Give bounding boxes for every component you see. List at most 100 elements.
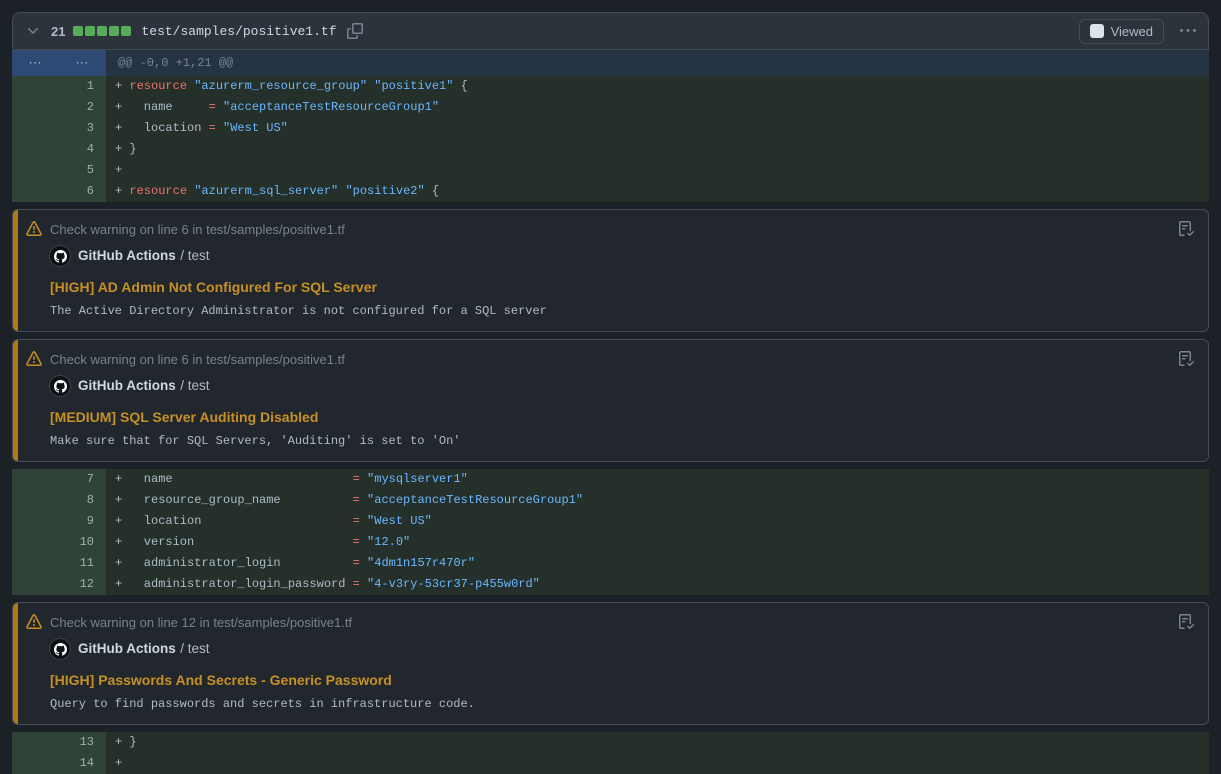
line-number[interactable]: 2 [12, 97, 106, 118]
code-text: + [106, 160, 122, 181]
code-text: + } [106, 732, 137, 753]
resolve-check-button[interactable] [1178, 221, 1194, 237]
line-number[interactable]: 11 [12, 553, 106, 574]
code-text: + name = "acceptanceTestResourceGroup1" [106, 97, 439, 118]
alert-icon [26, 221, 42, 237]
diff-line: 10+ version = "12.0" [12, 532, 1209, 553]
diffstat-block [73, 26, 83, 36]
code-text: + } [106, 139, 137, 160]
code-text: + resource_group_name = "acceptanceTestR… [106, 490, 583, 511]
annotation-header-text: Check warning on line 12 in test/samples… [50, 615, 352, 630]
viewed-label: Viewed [1111, 24, 1153, 39]
line-number[interactable]: 7 [12, 469, 106, 490]
file-name-link[interactable]: test/samples/positive1.tf [141, 24, 336, 39]
github-actions-avatar [50, 376, 70, 396]
warning-stripe [13, 210, 18, 331]
collapse-file-button[interactable] [25, 23, 41, 39]
file-options-button[interactable] [1180, 23, 1196, 39]
check-annotation: Check warning on line 12 in test/samples… [12, 602, 1209, 725]
line-number[interactable]: 12 [12, 574, 106, 595]
resolve-check-button[interactable] [1178, 351, 1194, 367]
code-text: + name = "mysqlserver1" [106, 469, 468, 490]
line-number[interactable]: 10 [12, 532, 106, 553]
check-context: / test [180, 248, 209, 263]
alert-icon [26, 614, 42, 630]
alert-icon [26, 351, 42, 367]
annotation-header-text: Check warning on line 6 in test/samples/… [50, 352, 345, 367]
diffstat[interactable] [73, 26, 131, 36]
diffstat-block [121, 26, 131, 36]
github-mark-icon [54, 250, 67, 263]
viewed-toggle[interactable]: Viewed [1079, 19, 1164, 44]
copy-path-button[interactable] [347, 23, 363, 39]
check-app-name[interactable]: GitHub Actions [78, 248, 176, 263]
code-text: + administrator_login = "4dm1n157r470r" [106, 553, 475, 574]
code-segment: 13+ }14+ [12, 732, 1209, 774]
diff-line: 4+ } [12, 139, 1209, 160]
diff-line: 13+ } [12, 732, 1209, 753]
check-context: / test [180, 378, 209, 393]
diff-line: 11+ administrator_login = "4dm1n157r470r… [12, 553, 1209, 574]
line-number[interactable]: 8 [12, 490, 106, 511]
diff-page: 21 test/samples/positive1.tf Viewed ⋯ ⋯ … [0, 0, 1221, 774]
line-number[interactable]: 13 [12, 732, 106, 753]
diffstat-block [85, 26, 95, 36]
line-number[interactable]: 14 [12, 753, 106, 774]
check-app-name[interactable]: GitHub Actions [78, 378, 176, 393]
expand-hunk-down-button[interactable]: ⋯ [59, 50, 106, 76]
warning-stripe [13, 340, 18, 461]
annotation-header-text: Check warning on line 6 in test/samples/… [50, 222, 345, 237]
code-segment: 7+ name = "mysqlserver1"8+ resource_grou… [12, 469, 1209, 595]
github-actions-avatar [50, 246, 70, 266]
code-text: + version = "12.0" [106, 532, 410, 553]
check-annotation: Check warning on line 6 in test/samples/… [12, 209, 1209, 332]
diff-line: 6+ resource "azurerm_sql_server" "positi… [12, 181, 1209, 202]
diff-line: 8+ resource_group_name = "acceptanceTest… [12, 490, 1209, 511]
line-number[interactable]: 1 [12, 76, 106, 97]
checklist-icon [1178, 614, 1194, 630]
github-mark-icon [54, 380, 67, 393]
line-number[interactable]: 9 [12, 511, 106, 532]
code-text: + location = "West US" [106, 511, 432, 532]
checklist-icon [1178, 221, 1194, 237]
hunk-header-text: @@ -0,0 +1,21 @@ [106, 50, 233, 76]
chevron-down-icon [25, 23, 41, 39]
check-message: The Active Directory Administrator is no… [50, 304, 1194, 318]
check-message: Query to find passwords and secrets in i… [50, 697, 1194, 711]
diff-line: 2+ name = "acceptanceTestResourceGroup1" [12, 97, 1209, 118]
check-context: / test [180, 641, 209, 656]
expand-hunk-up-button[interactable]: ⋯ [12, 50, 59, 76]
diffstat-block [109, 26, 119, 36]
checklist-icon [1178, 351, 1194, 367]
kebab-horizontal-icon [1180, 23, 1196, 39]
code-text: + location = "West US" [106, 118, 288, 139]
check-title: [HIGH] Passwords And Secrets - Generic P… [50, 672, 1194, 688]
github-actions-avatar [50, 639, 70, 659]
check-message: Make sure that for SQL Servers, 'Auditin… [50, 434, 1194, 448]
line-number[interactable]: 5 [12, 160, 106, 181]
code-segment: 1+ resource "azurerm_resource_group" "po… [12, 76, 1209, 202]
file-header: 21 test/samples/positive1.tf Viewed [12, 12, 1209, 50]
github-mark-icon [54, 643, 67, 656]
diff-line: 9+ location = "West US" [12, 511, 1209, 532]
changes-count: 21 [51, 24, 65, 39]
diff-line: 5+ [12, 160, 1209, 181]
line-number[interactable]: 3 [12, 118, 106, 139]
line-number[interactable]: 6 [12, 181, 106, 202]
warning-stripe [13, 603, 18, 724]
hunk-gutter: ⋯ ⋯ [12, 50, 106, 76]
diff-line: 12+ administrator_login_password = "4-v3… [12, 574, 1209, 595]
diff-line: 3+ location = "West US" [12, 118, 1209, 139]
check-title: [HIGH] AD Admin Not Configured For SQL S… [50, 279, 1194, 295]
diffstat-block [97, 26, 107, 36]
check-app-name[interactable]: GitHub Actions [78, 641, 176, 656]
copy-icon [347, 23, 363, 39]
viewed-checkbox[interactable] [1090, 24, 1104, 38]
line-number[interactable]: 4 [12, 139, 106, 160]
diff-line: 1+ resource "azurerm_resource_group" "po… [12, 76, 1209, 97]
diff-line: 14+ [12, 753, 1209, 774]
code-text: + administrator_login_password = "4-v3ry… [106, 574, 540, 595]
check-title: [MEDIUM] SQL Server Auditing Disabled [50, 409, 1194, 425]
check-annotation: Check warning on line 6 in test/samples/… [12, 339, 1209, 462]
resolve-check-button[interactable] [1178, 614, 1194, 630]
